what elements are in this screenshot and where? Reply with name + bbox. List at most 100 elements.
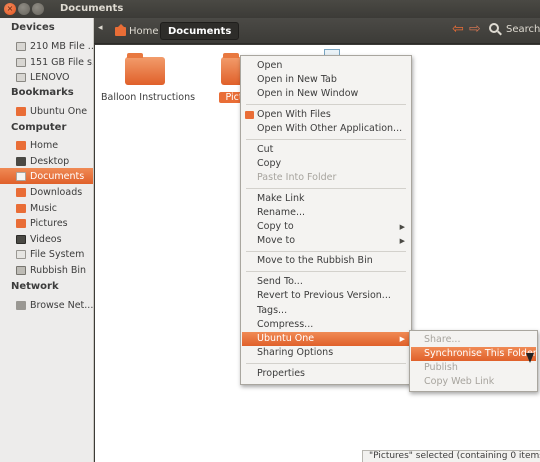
files-app-icon: [245, 111, 254, 119]
desktop-icon: [16, 156, 26, 166]
maximize-window-button[interactable]: [32, 3, 44, 15]
breadcrumb-home[interactable]: Home: [112, 22, 164, 40]
sidebar-item-label: Documents: [30, 170, 85, 182]
status-bar: "Pictures" selected (containing 0 items): [362, 450, 540, 462]
menu-item-paste-into-folder: Paste Into Folder: [257, 172, 337, 183]
submenu-arrow-icon: ▶: [399, 223, 405, 231]
menu-item-revert-version[interactable]: Revert to Previous Version...: [242, 289, 410, 303]
breadcrumb-home-label: Home: [129, 25, 159, 37]
menu-item-copy[interactable]: Copy: [242, 157, 410, 171]
file-item-label: Balloon Instructions: [101, 92, 196, 103]
sidebar-item-label: 210 MB File ...: [30, 40, 93, 52]
chevron-left-icon[interactable]: ◂: [98, 23, 103, 33]
sidebar-item-videos[interactable]: Videos: [0, 231, 93, 247]
menu-separator: [246, 139, 406, 140]
sidebar-item-label: Home: [30, 139, 59, 151]
menu-item-tags[interactable]: Tags...: [242, 304, 410, 318]
sidebar-item-label: LENOVO: [30, 71, 70, 83]
music-folder-icon: [16, 203, 26, 213]
sidebar-item-label: Ubuntu One: [30, 105, 88, 117]
menu-item-open-with-files[interactable]: Open With Files: [242, 108, 410, 122]
menu-item-sharing-options[interactable]: Sharing Options: [242, 346, 410, 360]
mouse-cursor-icon: [526, 353, 534, 363]
menu-item-label: Copy to: [257, 221, 294, 232]
menu-separator: [246, 104, 406, 105]
folder-icon: [125, 53, 165, 85]
file-item-balloon-instructions[interactable]: Balloon Instructions: [101, 53, 196, 103]
menu-item-move-to-rubbish-bin[interactable]: Move to the Rubbish Bin: [242, 254, 410, 268]
sidebar-heading-devices: Devices: [11, 22, 55, 33]
sidebar-heading-computer: Computer: [11, 122, 67, 133]
pictures-folder-icon: [16, 218, 26, 228]
sidebar-item-label: Rubbish Bin: [30, 264, 87, 276]
sidebar-heading-bookmarks: Bookmarks: [11, 87, 74, 98]
sidebar-item-pictures[interactable]: Pictures: [0, 215, 93, 231]
menu-item-properties[interactable]: Properties: [242, 367, 410, 381]
sidebar-item-label: Music: [30, 202, 58, 214]
sidebar-item-210mb-drive[interactable]: 210 MB File ...: [0, 38, 93, 54]
trash-icon: [16, 265, 26, 275]
submenu-item-synchronise-folder[interactable]: Synchronise This Folder: [411, 347, 537, 361]
sidebar-item-ubuntu-one[interactable]: Ubuntu One: [0, 103, 93, 119]
menu-item-open[interactable]: Open: [242, 59, 410, 73]
submenu-item-share: Share...: [424, 334, 461, 345]
sidebar-item-desktop[interactable]: Desktop: [0, 153, 93, 169]
sidebar-item-file-system[interactable]: File System: [0, 246, 93, 262]
forward-arrow-icon[interactable]: ⇨: [469, 21, 481, 37]
ubuntu-one-submenu: Share... Synchronise This Folder Publish…: [409, 330, 538, 392]
menu-item-label: Ubuntu One: [257, 333, 315, 344]
sidebar: Devices 210 MB File ... 151 GB File s...…: [0, 18, 94, 462]
sidebar-item-label: Downloads: [30, 186, 83, 198]
minimize-window-button[interactable]: [18, 3, 30, 15]
menu-item-label: Open With Files: [257, 109, 331, 120]
filesystem-icon: [16, 249, 26, 259]
title-bar: × Documents: [0, 0, 540, 18]
menu-item-open-new-tab[interactable]: Open in New Tab: [242, 73, 410, 87]
sidebar-item-label: Pictures: [30, 217, 68, 229]
menu-item-copy-to[interactable]: Copy to ▶: [242, 220, 410, 234]
drive-icon: [16, 72, 26, 82]
folder-icon: [16, 106, 26, 116]
context-menu: Open Open in New Tab Open in New Window …: [240, 55, 412, 385]
search-icon[interactable]: [489, 23, 499, 33]
home-folder-icon: [16, 140, 26, 150]
submenu-arrow-icon: ▶: [399, 335, 405, 343]
menu-item-open-with-other[interactable]: Open With Other Application...: [242, 122, 410, 136]
documents-folder-icon: [16, 171, 26, 181]
submenu-item-copy-web-link: Copy Web Link: [424, 376, 495, 387]
sidebar-item-browse-network[interactable]: Browse Net...: [0, 297, 93, 313]
menu-item-cut[interactable]: Cut: [242, 143, 410, 157]
sidebar-item-label: 151 GB File s...: [30, 56, 93, 68]
window-title: Documents: [60, 3, 124, 14]
menu-item-ubuntu-one[interactable]: Ubuntu One ▶: [242, 332, 410, 346]
sidebar-item-downloads[interactable]: Downloads: [0, 184, 93, 200]
sidebar-item-documents[interactable]: Documents: [0, 168, 93, 184]
breadcrumb-documents[interactable]: Documents: [160, 22, 240, 40]
sidebar-item-music[interactable]: Music: [0, 200, 93, 216]
sidebar-item-label: Videos: [30, 233, 62, 245]
menu-item-send-to[interactable]: Send To...: [242, 275, 410, 289]
search-button-label[interactable]: Search: [506, 24, 540, 35]
close-window-button[interactable]: ×: [4, 3, 16, 15]
sidebar-item-home[interactable]: Home: [0, 137, 93, 153]
menu-item-make-link[interactable]: Make Link: [242, 192, 410, 206]
menu-item-open-new-window[interactable]: Open in New Window: [242, 87, 410, 101]
menu-item-move-to[interactable]: Move to ▶: [242, 234, 410, 248]
sidebar-item-lenovo[interactable]: LENOVO: [0, 69, 93, 85]
menu-separator: [246, 251, 406, 252]
sidebar-item-label: Browse Net...: [30, 299, 93, 311]
menu-item-rename[interactable]: Rename...: [242, 206, 410, 220]
menu-separator: [246, 188, 406, 189]
sidebar-item-151gb-drive[interactable]: 151 GB File s...: [0, 54, 93, 70]
home-icon: [115, 23, 126, 36]
back-arrow-icon[interactable]: ⇦: [452, 21, 464, 37]
drive-icon: [16, 57, 26, 67]
sidebar-item-label: Desktop: [30, 155, 70, 167]
submenu-item-publish: Publish: [424, 362, 458, 373]
menu-separator: [246, 271, 406, 272]
menu-separator: [246, 363, 406, 364]
sidebar-item-rubbish-bin[interactable]: Rubbish Bin: [0, 262, 93, 278]
sidebar-heading-network: Network: [11, 281, 59, 292]
menu-item-compress[interactable]: Compress...: [242, 318, 410, 332]
network-icon: [16, 300, 26, 310]
